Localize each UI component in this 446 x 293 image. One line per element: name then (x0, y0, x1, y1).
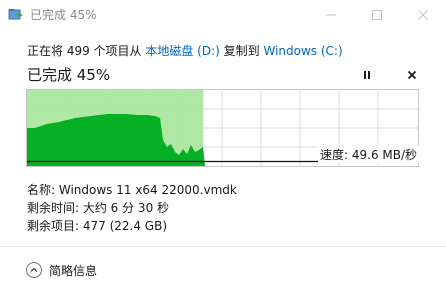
minimize-icon (326, 14, 336, 16)
window-title: 已完成 45% (30, 8, 97, 22)
file-name: 名称: Windows 11 x64 22000.vmdk (27, 183, 237, 197)
cancel-button[interactable] (401, 64, 423, 86)
copy-middle: 复制到 (219, 44, 264, 58)
copy-prefix: 正在将 499 个项目从 (27, 44, 146, 58)
title-bar: 已完成 45% (0, 0, 446, 30)
copy-description: 正在将 499 个项目从 本地磁盘 (D:) 复制到 Windows (C:) (27, 42, 343, 59)
collapse-chevron-icon (26, 262, 42, 278)
source-link[interactable]: 本地磁盘 (D:) (145, 44, 219, 58)
speed-label: 速度: 49.6 MB/秒 (318, 146, 420, 163)
maximize-button[interactable] (354, 0, 400, 30)
pause-icon (364, 71, 370, 79)
copy-files-icon (8, 7, 23, 22)
time-remaining: 剩余时间: 大约 6 分 30 秒 (27, 201, 170, 215)
transfer-details: 名称: Windows 11 x64 22000.vmdk 剩余时间: 大约 6… (27, 181, 237, 235)
close-icon (418, 10, 428, 20)
close-button[interactable] (400, 0, 446, 30)
footer: 简略信息 (0, 247, 446, 293)
cancel-icon (407, 70, 417, 80)
less-details-label: 简略信息 (49, 263, 98, 278)
minimize-button[interactable] (308, 0, 354, 30)
pause-button[interactable] (356, 64, 378, 86)
progress-percent: 已完成 45% (27, 66, 111, 84)
less-details-button[interactable]: 简略信息 (26, 260, 97, 280)
maximize-icon (372, 10, 382, 20)
items-remaining: 剩余项目: 477 (22.4 GB) (27, 219, 168, 233)
destination-link[interactable]: Windows (C:) (263, 44, 342, 58)
